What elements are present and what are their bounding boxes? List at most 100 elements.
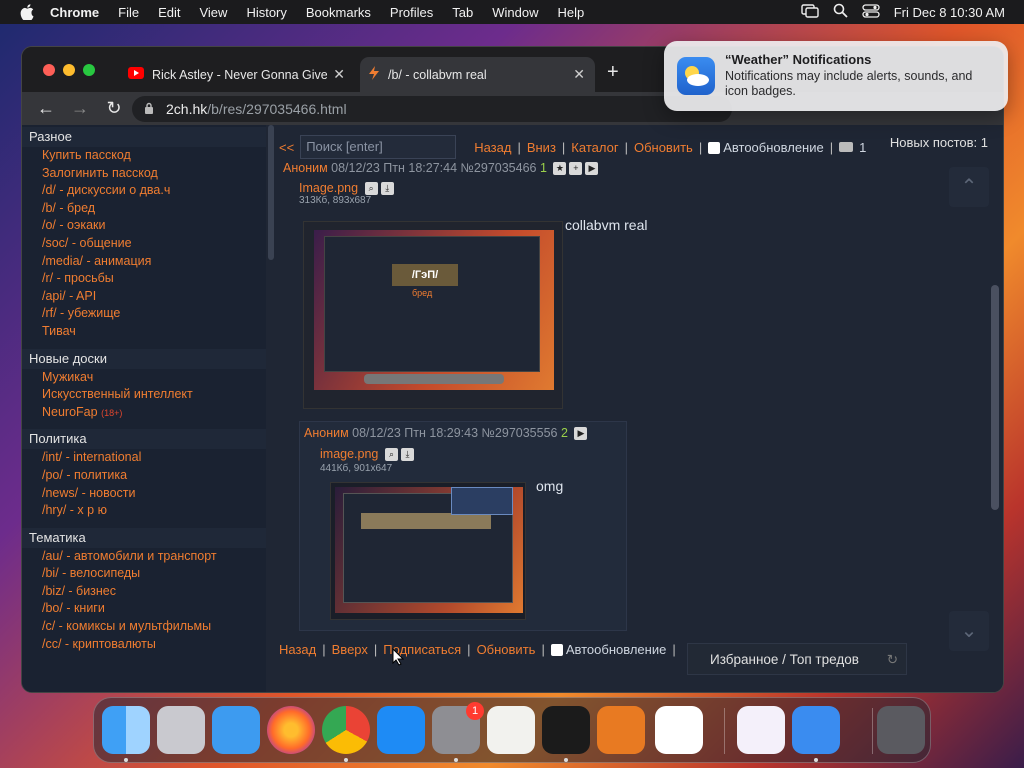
sidebar-board-link[interactable]: /o/ - оэкаки <box>22 217 266 235</box>
menu-profiles[interactable]: Profiles <box>390 5 433 20</box>
new-tab-icon[interactable]: + <box>607 61 619 84</box>
address-bar[interactable]: 2ch.hk/b/res/297035466.html <box>132 96 732 122</box>
search-image-icon[interactable]: ⌕ <box>364 182 378 196</box>
sidebar-board-link[interactable]: Искусственный интеллект <box>22 386 266 404</box>
scroll-up-button[interactable]: ⌃ <box>949 167 989 207</box>
menu-app-name[interactable]: Chrome <box>50 5 99 20</box>
page-scrollbar[interactable] <box>991 285 999 510</box>
refresh-link[interactable]: Обновить <box>634 140 693 155</box>
sidebar-board-link[interactable]: Тивач <box>22 323 266 341</box>
sidebar-board-link[interactable]: Купить пасскод <box>22 147 266 165</box>
search-input[interactable]: Поиск [enter] <box>300 135 457 159</box>
sidebar-board-link[interactable]: /po/ - политика <box>22 467 266 485</box>
sidebar-board-link[interactable]: /int/ - international <box>22 449 266 467</box>
screen-mirroring-icon[interactable] <box>801 3 819 21</box>
file-link[interactable]: Image.png <box>299 181 358 195</box>
sidebar-board-link[interactable]: /hry/ - х р ю <box>22 502 266 520</box>
tab-collabvm[interactable]: /b/ - collabvm real ✕ <box>360 57 595 92</box>
post-number[interactable]: №297035466 <box>461 161 537 175</box>
sidebar-board-link[interactable]: /au/ - автомобили и транспорт <box>22 548 266 566</box>
sidebar-board-link[interactable]: /cc/ - криптовалюты <box>22 636 266 654</box>
visual-studio-icon[interactable] <box>737 706 785 754</box>
vscode-icon[interactable] <box>655 706 703 754</box>
sidebar-board-link[interactable]: /media/ - анимация <box>22 253 266 271</box>
apple-icon[interactable] <box>20 4 36 20</box>
autorefresh-checkbox[interactable]: Автообновление <box>708 140 824 155</box>
launchpad-icon[interactable] <box>157 706 205 754</box>
sidebar-board-link[interactable]: /d/ - дискуссии о два.ч <box>22 182 266 200</box>
weather-notification[interactable]: “Weather” Notifications Notifications ma… <box>664 41 1008 111</box>
reply-image-thumbnail[interactable] <box>330 482 526 620</box>
sidebar-board-link[interactable]: /rf/ - убежище <box>22 305 266 323</box>
firefox-icon[interactable] <box>267 706 315 754</box>
system-settings-icon[interactable]: 1 <box>432 702 484 754</box>
refresh-link[interactable]: Обновить <box>477 642 536 657</box>
back-link[interactable]: Назад <box>474 140 511 155</box>
menu-edit[interactable]: Edit <box>158 5 180 20</box>
notification-title: “Weather” Notifications <box>725 52 872 67</box>
tab-youtube[interactable]: Rick Astley - Never Gonna Give You Up ✕ <box>120 57 355 92</box>
menubar-clock[interactable]: Fri Dec 8 10:30 AM <box>894 5 1005 20</box>
sidebar-board-link[interactable]: /r/ - просьбы <box>22 270 266 288</box>
sidebar-board-link[interactable]: /bi/ - велосипеды <box>22 565 266 583</box>
menu-history[interactable]: History <box>246 5 286 20</box>
minimize-window-button[interactable] <box>63 64 75 76</box>
scroll-down-button[interactable]: ⌄ <box>949 611 989 651</box>
textedit-icon[interactable] <box>487 706 535 754</box>
sidebar-board-link[interactable]: NeuroFap (18+) <box>22 404 266 422</box>
download-icon[interactable]: ⤓ <box>380 182 394 196</box>
sidebar-scrollbar[interactable] <box>268 125 274 260</box>
add-icon[interactable]: + <box>569 162 583 176</box>
file-link[interactable]: image.png <box>320 447 378 461</box>
menu-window[interactable]: Window <box>492 5 538 20</box>
chrome-icon[interactable] <box>322 706 370 754</box>
sidebar-board-link[interactable]: /b/ - бред <box>22 200 266 218</box>
post-date: 08/12/23 Птн 18:29:43 <box>352 426 479 440</box>
sidebar-board-link[interactable]: /c/ - комиксы и мультфильмы <box>22 618 266 636</box>
play-icon[interactable]: ▶ <box>574 427 588 441</box>
favorites-panel[interactable]: Избранное / Топ тредов ↻ <box>687 643 907 675</box>
op-image-thumbnail[interactable]: /ГэП/ бред <box>303 221 563 409</box>
back-link[interactable]: Назад <box>279 642 316 657</box>
reload-icon[interactable]: ↻ <box>104 98 124 119</box>
menu-tab[interactable]: Tab <box>452 5 473 20</box>
sidebar-toggle-link[interactable]: << <box>279 140 294 155</box>
menu-view[interactable]: View <box>199 5 227 20</box>
menu-help[interactable]: Help <box>558 5 585 20</box>
download-icon[interactable]: ⤓ <box>401 448 414 462</box>
menu-file[interactable]: File <box>118 5 139 20</box>
garageband-icon[interactable] <box>597 706 645 754</box>
control-center-icon[interactable] <box>862 3 880 21</box>
catalog-link[interactable]: Каталог <box>571 140 618 155</box>
weather-icon[interactable] <box>792 706 840 754</box>
close-tab-icon[interactable]: ✕ <box>573 66 585 83</box>
forward-icon[interactable]: → <box>70 98 90 119</box>
autorefresh-checkbox[interactable]: Автообновление <box>550 642 666 657</box>
zoom-window-button[interactable] <box>83 64 95 76</box>
sidebar-board-link[interactable]: /soc/ - общение <box>22 235 266 253</box>
up-link[interactable]: Вверх <box>332 642 368 657</box>
terminal-icon[interactable] <box>542 706 590 754</box>
app-store-icon[interactable] <box>377 706 425 754</box>
search-image-icon[interactable]: ⌕ <box>385 448 398 462</box>
sidebar-board-link[interactable]: /news/ - новости <box>22 485 266 503</box>
down-link[interactable]: Вниз <box>527 140 556 155</box>
close-tab-icon[interactable]: ✕ <box>333 66 345 83</box>
post-number[interactable]: №297035556 <box>482 426 558 440</box>
close-window-button[interactable] <box>43 64 55 76</box>
finder-icon[interactable] <box>102 706 150 754</box>
menu-bookmarks[interactable]: Bookmarks <box>306 5 371 20</box>
sidebar-board-link[interactable]: Мужикач <box>22 369 266 387</box>
search-icon[interactable] <box>833 3 848 21</box>
sidebar-board-link[interactable]: Залогинить пасскод <box>22 165 266 183</box>
trash-icon[interactable] <box>877 706 925 754</box>
youtube-icon <box>128 67 144 82</box>
sidebar-board-link[interactable]: /api/ - API <box>22 288 266 306</box>
bolt-icon <box>368 66 380 83</box>
play-icon[interactable]: ▶ <box>585 162 599 176</box>
back-icon[interactable]: ← <box>36 98 56 119</box>
sidebar-board-link[interactable]: /bo/ - книги <box>22 600 266 618</box>
sidebar-board-link[interactable]: /biz/ - бизнес <box>22 583 266 601</box>
star-icon[interactable]: ★ <box>553 162 567 176</box>
safari-icon[interactable] <box>212 706 260 754</box>
